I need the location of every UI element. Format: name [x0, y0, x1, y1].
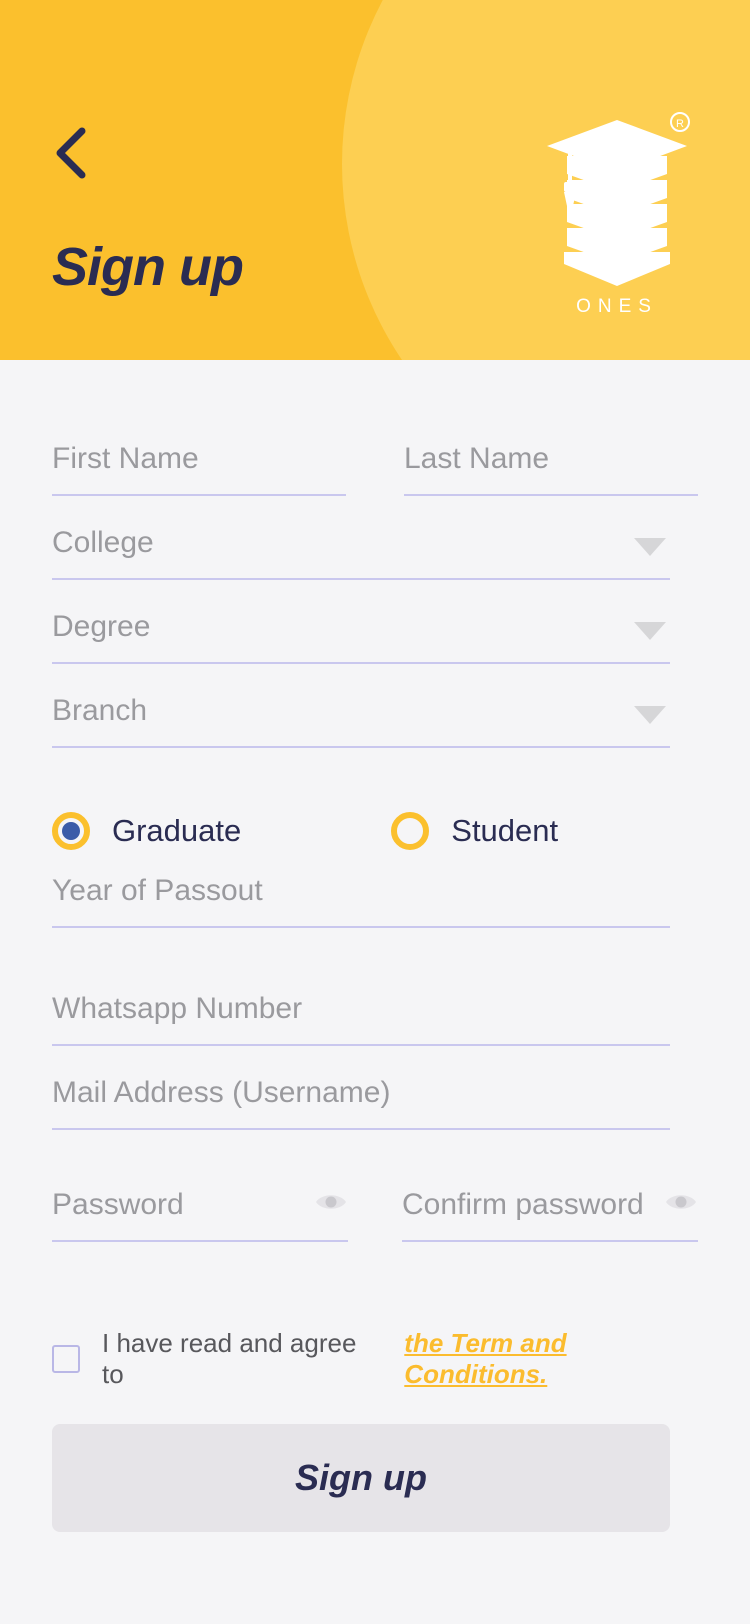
whatsapp-number-placeholder: Whatsapp Number [52, 992, 303, 1025]
signup-form: First Name Last Name College Degree Bran… [0, 440, 750, 1532]
last-name-placeholder: Last Name [404, 442, 550, 475]
radio-graduate-ring [52, 812, 90, 850]
confirm-password-field[interactable]: Confirm password [402, 1186, 698, 1242]
eye-icon [666, 1195, 696, 1209]
year-of-passout-field[interactable]: Year of Passout [52, 872, 670, 928]
chevron-left-icon [56, 127, 86, 179]
name-row: First Name Last Name [52, 440, 698, 496]
terms-row: I have read and agree to the Term and Co… [52, 1328, 698, 1390]
chevron-down-icon [634, 706, 666, 724]
branch-select[interactable]: Branch [52, 692, 670, 748]
password-field[interactable]: Password [52, 1186, 348, 1242]
year-of-passout-placeholder: Year of Passout [52, 874, 263, 907]
confirm-password-eye-icon[interactable] [664, 1190, 698, 1219]
branch-placeholder: Branch [52, 694, 148, 727]
first-name-field[interactable]: First Name [52, 440, 346, 496]
graduation-cap-pillar-logo: R [547, 112, 690, 286]
role-radio-group: Graduate Student [52, 812, 698, 850]
radio-student-dot [401, 822, 419, 840]
password-eye-icon[interactable] [314, 1190, 348, 1219]
terms-checkbox[interactable] [52, 1345, 80, 1373]
password-row: Password Confirm password [52, 1186, 698, 1242]
signup-screen: Sign up R ONES First Name Last Name Coll… [0, 0, 750, 1624]
confirm-password-placeholder: Confirm password [402, 1188, 644, 1221]
radio-student-ring [391, 812, 430, 850]
terms-and-conditions-link[interactable]: the Term and Conditions. [404, 1328, 698, 1390]
radio-student-label: Student [451, 813, 559, 848]
last-name-field[interactable]: Last Name [404, 440, 698, 496]
whatsapp-number-field[interactable]: Whatsapp Number [52, 990, 670, 1046]
radio-graduate[interactable]: Graduate [52, 812, 241, 850]
college-placeholder: College [52, 526, 154, 559]
brand-logo: R ONES [542, 112, 692, 327]
chevron-down-icon [634, 538, 666, 556]
radio-graduate-label: Graduate [112, 813, 242, 848]
signup-button[interactable]: Sign up [52, 1424, 670, 1532]
degree-placeholder: Degree [52, 610, 151, 643]
mail-address-placeholder: Mail Address (Username) [52, 1076, 391, 1109]
chevron-down-icon [634, 622, 666, 640]
radio-student[interactable]: Student [391, 812, 558, 850]
page-title: Sign up [52, 237, 244, 297]
svg-text:R: R [676, 118, 684, 130]
eye-icon [316, 1195, 346, 1209]
password-placeholder: Password [52, 1188, 184, 1221]
brand-name: ONES [576, 296, 658, 317]
first-name-placeholder: First Name [52, 442, 199, 475]
back-button[interactable] [44, 122, 100, 184]
terms-text: I have read and agree to [102, 1328, 357, 1389]
header: Sign up R ONES [0, 0, 750, 360]
mail-address-field[interactable]: Mail Address (Username) [52, 1074, 670, 1130]
radio-graduate-dot [62, 822, 80, 840]
degree-select[interactable]: Degree [52, 608, 670, 664]
college-select[interactable]: College [52, 524, 670, 580]
